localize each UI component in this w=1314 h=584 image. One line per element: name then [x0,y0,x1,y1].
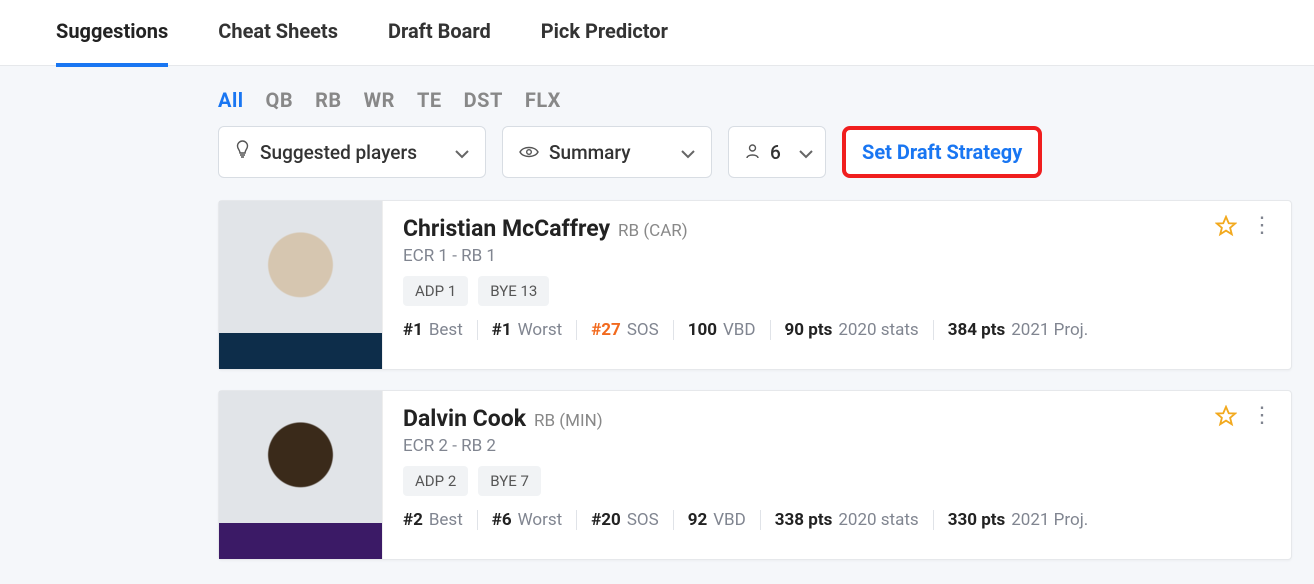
stat-label: Worst [518,510,563,530]
player-name[interactable]: Christian McCaffrey [403,215,610,242]
count-dropdown[interactable]: 6 [728,126,826,178]
stat-vbd: 92 [688,510,708,530]
filter-qb[interactable]: QB [266,88,294,112]
stat-label: VBD [723,320,756,340]
filter-rb[interactable]: RB [315,88,342,112]
tab-draft-board[interactable]: Draft Board [388,0,491,67]
player-main: Christian McCaffrey RB (CAR) ECR 1 - RB … [383,201,1291,369]
more-icon[interactable]: ⋮ [1251,412,1273,421]
stat-label: 2021 Proj. [1011,510,1088,530]
star-icon[interactable] [1215,215,1237,237]
filter-all[interactable]: All [218,88,244,112]
player-main: Dalvin Cook RB (MIN) ECR 2 - RB 2 ADP 2 … [383,391,1291,559]
stat-label: SOS [627,320,659,340]
stat-label: 2021 Proj. [1011,320,1088,340]
stat-vbd: 100 [688,320,717,340]
star-icon[interactable] [1215,405,1237,427]
view-dropdown[interactable]: Summary [502,126,712,178]
chevron-down-icon [799,141,813,164]
stat-2020: 338 pts [775,510,833,530]
bye-badge: BYE 7 [478,466,541,496]
tab-cheat-sheets[interactable]: Cheat Sheets [218,0,338,67]
chevron-down-icon [681,141,695,164]
filter-te[interactable]: TE [417,88,442,112]
chevron-down-icon [455,141,469,164]
dropdown-label: Suggested players [260,141,437,164]
eye-icon [519,141,539,164]
adp-badge: ADP 1 [403,276,468,306]
stats-row: #1 Best #1 Worst #27 SOS 100 VBD 90 pts2020 … [403,320,1271,340]
player-photo [219,201,383,369]
dropdown-label: Summary [549,141,663,164]
person-icon [745,141,760,164]
bye-badge: BYE 13 [478,276,549,306]
stat-label: 2020 stats [838,510,918,530]
suggested-players-dropdown[interactable]: Suggested players [218,126,486,178]
stat-best: #2 [403,510,423,530]
stat-best: #1 [403,320,423,340]
stat-worst: #6 [492,510,512,530]
stat-2021: 330 pts [948,510,1006,530]
nav-tabs: Suggestions Cheat Sheets Draft Board Pic… [0,0,1314,66]
player-name[interactable]: Dalvin Cook [403,405,526,432]
stat-label: VBD [713,510,746,530]
stat-2021: 384 pts [948,320,1006,340]
filter-wr[interactable]: WR [364,88,395,112]
stat-label: Worst [518,320,563,340]
stat-sos: #20 [591,510,621,530]
more-icon[interactable]: ⋮ [1251,222,1273,231]
stats-row: #2 Best #6 Worst #20 SOS 92VBD 338 pts2020 … [403,510,1271,530]
tab-pick-predictor[interactable]: Pick Predictor [541,0,668,67]
position-filters: All QB RB WR TE DST FLX [0,66,1314,126]
filter-dst[interactable]: DST [464,88,503,112]
dropdown-label: 6 [770,141,781,164]
player-ecr: ECR 1 - RB 1 [403,246,1271,266]
set-draft-strategy-button[interactable]: Set Draft Strategy [842,126,1042,178]
stat-sos: #27 [591,320,621,340]
stat-label: 2020 stats [838,320,918,340]
player-photo [219,391,383,559]
player-card: Dalvin Cook RB (MIN) ECR 2 - RB 2 ADP 2 … [218,390,1292,560]
stat-2020: 90 pts [785,320,833,340]
lightbulb-icon [235,140,250,165]
player-list: Christian McCaffrey RB (CAR) ECR 1 - RB … [0,200,1314,560]
adp-badge: ADP 2 [403,466,468,496]
player-position-team: RB (MIN) [534,411,603,431]
filter-flx[interactable]: FLX [525,88,561,112]
stat-label: Best [429,510,463,530]
controls-row: Suggested players Summary 6 Set Draft St… [0,126,1314,178]
stat-worst: #1 [492,320,512,340]
stat-label: SOS [627,510,659,530]
tab-suggestions[interactable]: Suggestions [56,0,168,67]
player-position-team: RB (CAR) [618,221,688,241]
stat-label: Best [429,320,463,340]
player-ecr: ECR 2 - RB 2 [403,436,1271,456]
player-card: Christian McCaffrey RB (CAR) ECR 1 - RB … [218,200,1292,370]
